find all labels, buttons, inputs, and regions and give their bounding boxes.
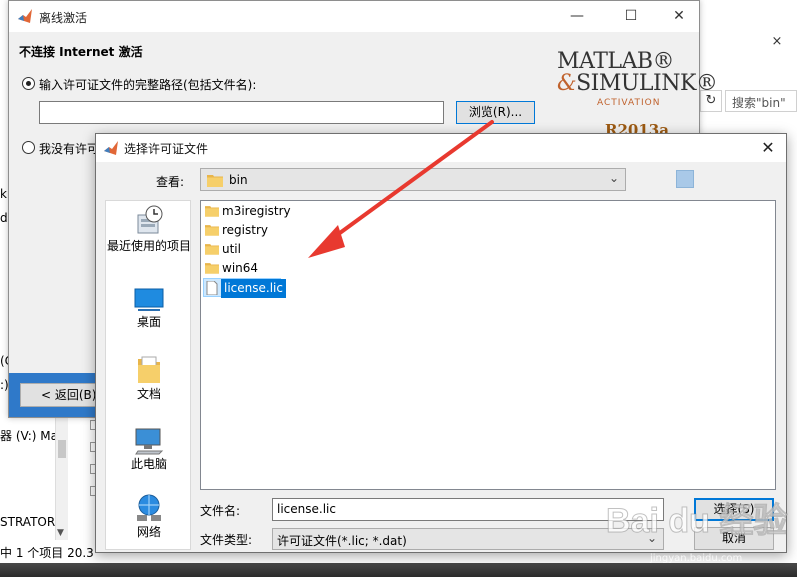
explorer-close-button[interactable]: × — [762, 30, 792, 54]
select-license-file-dialog: 选择许可证文件 ✕ 查看: bin ⌄ 最近使用的项目 桌面 文档 此电脑 网络… — [95, 133, 787, 553]
folder-item-m3iregistry[interactable]: m3iregistry — [203, 202, 313, 221]
place-desktop[interactable]: 桌面 — [106, 287, 192, 330]
cancel-button[interactable]: 取消 — [694, 527, 774, 550]
back-button[interactable]: < 返回(B) — [20, 383, 100, 407]
documents-icon — [138, 356, 160, 383]
explorer-side-char: d — [0, 211, 8, 225]
logo-simulink-text: SIMULINK® — [576, 71, 718, 96]
chooser-title: 选择许可证文件 — [124, 142, 209, 156]
activation-heading: 不连接 Internet 激活 — [19, 45, 143, 59]
radio-label-no-license: 我没有许可 — [39, 142, 100, 156]
close-button[interactable]: ✕ — [756, 136, 780, 160]
places-bar: 最近使用的项目 桌面 文档 此电脑 网络 — [105, 200, 191, 550]
place-label: 网络 — [136, 525, 161, 539]
place-this-pc[interactable]: 此电脑 — [106, 425, 192, 472]
place-label: 最近使用的项目 — [106, 239, 191, 253]
file-type-label: 文件类型: — [200, 533, 253, 547]
close-button[interactable]: ✕ — [664, 4, 694, 28]
logo-ampersand: & — [557, 71, 577, 96]
scroll-down-icon[interactable]: ▼ — [57, 528, 64, 538]
file-name: util — [222, 242, 241, 256]
select-button[interactable]: 选择(S) — [694, 498, 774, 521]
folder-item-util[interactable]: util — [203, 240, 313, 259]
file-name: license.lic — [221, 279, 286, 298]
activation-title: 离线激活 — [39, 11, 88, 25]
radio-enter-license-path[interactable] — [22, 77, 35, 90]
place-network[interactable]: 网络 — [106, 493, 192, 540]
status-bar: 中 1 个项目 20.3 — [0, 541, 100, 563]
document-file-icon — [206, 281, 218, 295]
matlab-icon — [104, 141, 118, 155]
folder-icon — [205, 225, 219, 236]
place-documents[interactable]: 文档 — [106, 355, 192, 402]
maximize-button[interactable]: ☐ — [616, 4, 646, 28]
network-icon — [137, 494, 161, 521]
radio-label-enter-path: 输入许可证文件的完整路径(包括文件名): — [39, 78, 257, 92]
matlab-icon — [18, 9, 32, 23]
look-in-dropdown[interactable]: bin ⌄ — [200, 168, 626, 191]
file-name-input[interactable]: license.lic — [272, 498, 664, 521]
look-in-value: bin — [229, 173, 248, 187]
folder-item-win64[interactable]: win64 — [203, 259, 313, 278]
folder-item-registry[interactable]: registry — [203, 221, 313, 240]
file-type-select[interactable]: 许可证文件(*.lic; *.dat) ⌄ — [272, 528, 664, 550]
file-name: m3iregistry — [222, 204, 291, 218]
browse-button[interactable]: 浏览(R)... — [456, 101, 535, 124]
place-label: 此电脑 — [130, 457, 167, 471]
search-input[interactable]: 搜索"bin" — [725, 90, 797, 112]
nav-item-drive-v[interactable]: 器 (V:) Ma — [0, 427, 58, 444]
logo-matlab-text: MATLAB® — [557, 49, 675, 74]
look-in-label: 查看: — [156, 175, 185, 189]
file-type-value: 许可证文件(*.lic; *.dat) — [277, 534, 407, 548]
place-label: 桌面 — [136, 315, 161, 329]
chevron-down-icon: ⌄ — [646, 531, 657, 545]
folder-icon — [207, 175, 223, 187]
nav-item[interactable]: STRATOR — [0, 515, 55, 529]
chooser-titlebar: 选择许可证文件 ✕ — [96, 134, 786, 162]
matlab-simulink-logo: MATLAB® &SIMULINK® ACTIVATION R2013a — [557, 49, 718, 141]
desktop-icon — [134, 288, 164, 311]
computer-icon — [135, 428, 164, 455]
place-label: 文档 — [136, 387, 161, 401]
file-name: registry — [222, 223, 268, 237]
chevron-down-icon: ⌄ — [608, 171, 619, 185]
activation-titlebar: 离线激活 — ☐ ✕ — [9, 1, 699, 32]
folder-icon — [205, 206, 219, 217]
navigation-scrollbar[interactable]: ▼ — [55, 410, 68, 540]
folder-icon — [205, 263, 219, 274]
minimize-button[interactable]: — — [562, 4, 592, 28]
license-path-input[interactable] — [39, 101, 444, 124]
new-folder-button[interactable] — [676, 170, 694, 188]
radio-no-license[interactable] — [22, 141, 35, 154]
file-list: m3iregistry registry util win64 license.… — [200, 200, 776, 490]
place-recent[interactable]: 最近使用的项目 — [106, 205, 192, 254]
recent-icon — [137, 205, 163, 234]
scrollbar-thumb[interactable] — [58, 440, 66, 458]
file-item-license[interactable]: license.lic — [203, 278, 286, 298]
explorer-side-char: k — [0, 187, 7, 201]
logo-tagline: ACTIVATION — [597, 98, 661, 108]
file-name: win64 — [222, 261, 259, 275]
file-name-label: 文件名: — [200, 504, 241, 518]
folder-icon — [205, 244, 219, 255]
taskbar — [0, 563, 797, 577]
